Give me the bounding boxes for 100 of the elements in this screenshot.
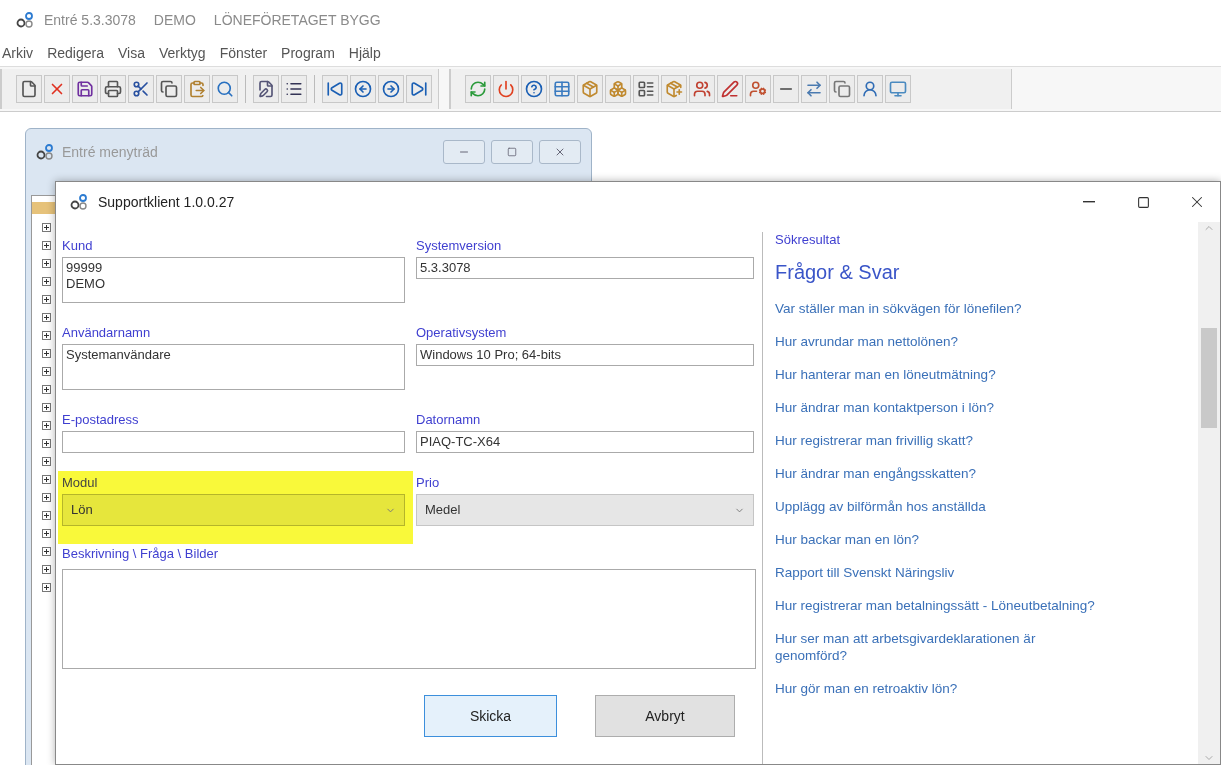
field-label: Systemversion — [416, 238, 503, 253]
menu-item[interactable]: Fönster — [219, 45, 268, 61]
text-field[interactable]: PIAQ-TC-X64 — [416, 431, 754, 453]
field-label: Kund — [62, 238, 94, 253]
minimize-icon — [1083, 201, 1095, 203]
field-label: Operativsystem — [416, 325, 508, 340]
field-label: Modul — [62, 475, 99, 490]
refresh-icon[interactable] — [465, 75, 491, 103]
app-title: Entré 5.3.3078 — [44, 12, 136, 28]
faq-link[interactable]: Var ställer man in sökvägen för lönefilen? — [775, 292, 1101, 325]
expand-icon[interactable] — [42, 529, 51, 538]
help-icon[interactable] — [521, 75, 547, 103]
printer-icon[interactable] — [100, 75, 126, 103]
faq-link[interactable]: Hur ändrar man engångsskatten? — [775, 457, 1101, 490]
edit-document-icon[interactable] — [253, 75, 279, 103]
menu-item[interactable]: Visa — [117, 45, 145, 61]
text-field[interactable]: Windows 10 Pro; 64-bits — [416, 344, 754, 366]
field-label: Datornamn — [416, 412, 482, 427]
menu-item[interactable]: Hjälp — [348, 45, 381, 61]
expand-icon[interactable] — [42, 439, 51, 448]
copy-windows-icon[interactable] — [829, 75, 855, 103]
field-label: E-postadress — [62, 412, 140, 427]
expand-icon[interactable] — [42, 223, 51, 232]
faq-link[interactable]: Hur hanterar man en löneutmätning? — [775, 358, 1101, 391]
expand-icon[interactable] — [42, 583, 51, 592]
close-icon — [554, 146, 566, 158]
scissors-icon[interactable] — [128, 75, 154, 103]
list-icon[interactable] — [281, 75, 307, 103]
last-record-icon[interactable] — [406, 75, 432, 103]
description-field[interactable] — [62, 569, 756, 669]
monitor-icon[interactable] — [885, 75, 911, 103]
text-field[interactable] — [62, 431, 405, 453]
expand-icon[interactable] — [42, 313, 51, 322]
faq-link[interactable]: Rapport till Svenskt Näringsliv — [775, 556, 1101, 589]
menu-item[interactable]: Verktyg — [158, 45, 206, 61]
expand-icon[interactable] — [42, 367, 51, 376]
scrollbar[interactable] — [1198, 222, 1220, 764]
faq-link[interactable]: Hur registrerar man betalningssätt - Löneutbetalning? — [775, 589, 1101, 622]
power-icon[interactable] — [493, 75, 519, 103]
expand-icon[interactable] — [42, 511, 51, 520]
faq-link[interactable]: Upplägg av bilförmån hos anställda — [775, 490, 1101, 523]
package-icon[interactable] — [577, 75, 603, 103]
expand-icon[interactable] — [42, 457, 51, 466]
faq-link[interactable]: Hur registrerar man frivillig skatt? — [775, 424, 1101, 457]
expand-icon[interactable] — [42, 475, 51, 484]
scroll-thumb[interactable] — [1201, 328, 1217, 428]
delete-icon[interactable] — [44, 75, 70, 103]
user-icon[interactable] — [857, 75, 883, 103]
maximize-icon — [1136, 195, 1150, 209]
expand-icon[interactable] — [42, 259, 51, 268]
faq-link[interactable]: Hur backar man en lön? — [775, 523, 1101, 556]
expand-icon[interactable] — [42, 385, 51, 394]
menu-item[interactable]: Program — [281, 45, 335, 61]
search-icon[interactable] — [212, 75, 238, 103]
expand-icon[interactable] — [42, 493, 51, 502]
text-field[interactable]: 99999 DEMO — [62, 257, 405, 303]
dialog-button[interactable]: Avbryt — [595, 695, 735, 737]
results-label: Sökresultat — [775, 232, 842, 247]
logo-icon — [36, 143, 56, 161]
expand-icon[interactable] — [42, 349, 51, 358]
copy-icon[interactable] — [156, 75, 182, 103]
window-title: Entré menyträd — [62, 144, 159, 160]
app-title: LÖNEFÖRETAGET BYGG — [213, 12, 381, 28]
results-heading: Frågor & Svar — [775, 261, 901, 284]
restore-icon — [507, 147, 517, 157]
user-settings-icon[interactable] — [745, 75, 771, 103]
field-label: Användarnamn — [62, 325, 152, 340]
save-icon[interactable] — [72, 75, 98, 103]
text-field[interactable]: 5.3.3078 — [416, 257, 754, 279]
menu-item[interactable]: Redigera — [47, 45, 104, 61]
minus-icon[interactable] — [773, 75, 799, 103]
expand-icon[interactable] — [42, 565, 51, 574]
dropdown[interactable]: Medel — [416, 494, 754, 526]
first-record-icon[interactable] — [322, 75, 348, 103]
new-document-icon[interactable] — [16, 75, 42, 103]
app-title: DEMO — [153, 12, 196, 28]
expand-icon[interactable] — [42, 277, 51, 286]
dialog-title: Supportklient 1.0.0.27 — [98, 194, 236, 210]
transfer-icon[interactable] — [801, 75, 827, 103]
expand-icon[interactable] — [42, 331, 51, 340]
faq-link[interactable]: Hur avrundar man nettolönen? — [775, 325, 1101, 358]
text-field[interactable]: Systemanvändare — [62, 344, 405, 390]
faq-link[interactable]: Hur gör man en retroaktiv lön? — [775, 672, 1101, 705]
users-icon[interactable] — [689, 75, 715, 103]
expand-icon[interactable] — [42, 403, 51, 412]
paste-icon[interactable] — [184, 75, 210, 103]
expand-icon[interactable] — [42, 295, 51, 304]
field-label: Beskrivning \ Fråga \ Bilder — [62, 546, 220, 561]
layout-list-icon[interactable] — [633, 75, 659, 103]
dropdown[interactable]: Lön — [62, 494, 405, 526]
dialog-button[interactable]: Skicka — [424, 695, 557, 737]
expand-icon[interactable] — [42, 547, 51, 556]
expand-icon[interactable] — [42, 241, 51, 250]
field-label: Prio — [416, 475, 441, 490]
expand-icon[interactable] — [42, 421, 51, 430]
faq-link[interactable]: Hur ändrar man kontaktperson i lön? — [775, 391, 1101, 424]
menu-item[interactable]: Arkiv — [2, 45, 34, 61]
faq-link[interactable]: Hur ser man att arbetsgivardeklarationen är genomförd? — [775, 622, 1101, 672]
table-icon[interactable] — [549, 75, 575, 103]
logo-icon — [70, 193, 90, 211]
